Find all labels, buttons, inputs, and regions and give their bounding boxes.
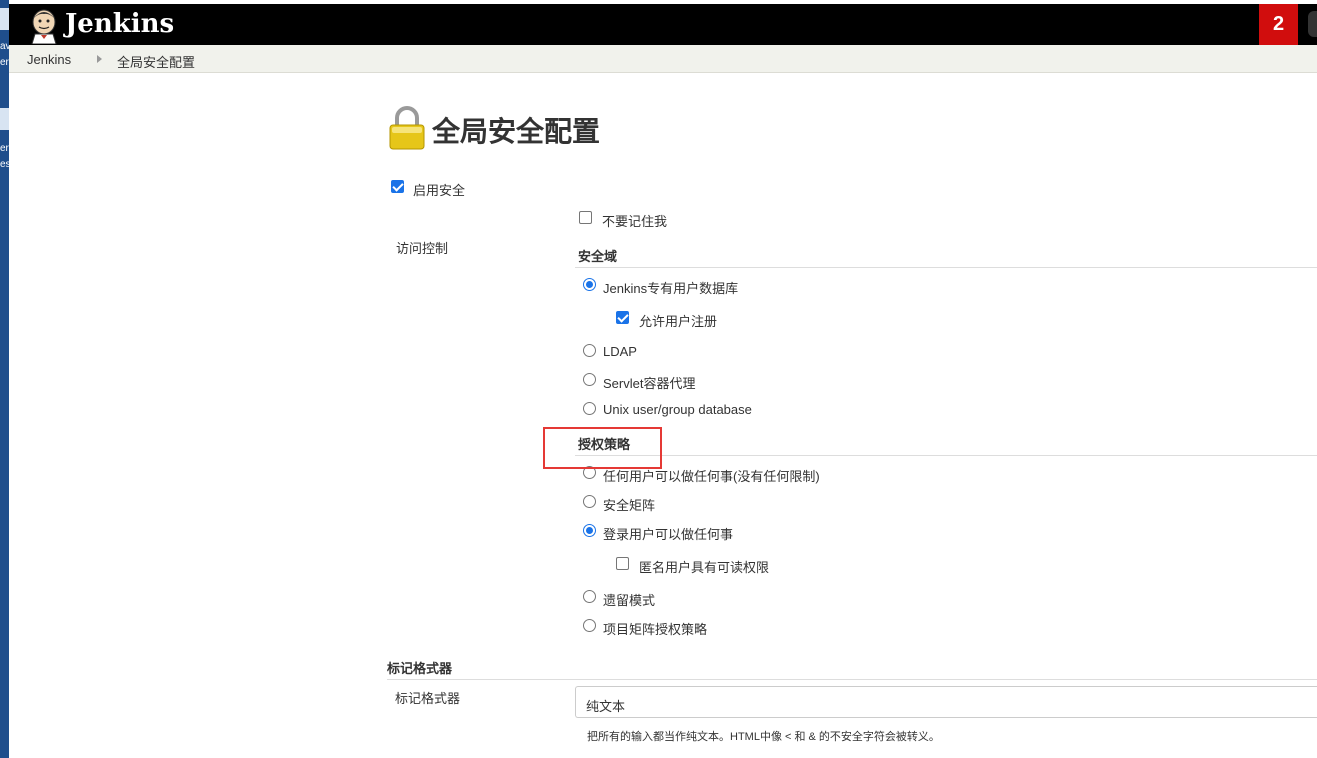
breadcrumb: Jenkins 全局安全配置 bbox=[9, 45, 1317, 73]
auth-logged-in-label: 登录用户可以做任何事 bbox=[603, 527, 734, 542]
desktop-edge: av er er es bbox=[0, 0, 9, 758]
desktop-label: er bbox=[0, 57, 9, 68]
markup-formatter-select[interactable]: 纯文本 bbox=[575, 686, 1317, 718]
desktop-icon bbox=[0, 108, 9, 130]
breadcrumb-item-security[interactable]: 全局安全配置 bbox=[117, 52, 195, 71]
page-title: 全局安全配置 bbox=[432, 116, 601, 147]
desktop-label: er bbox=[0, 143, 9, 154]
allow-signup-label: 允许用户注册 bbox=[639, 314, 718, 329]
chevron-right-icon bbox=[97, 55, 102, 63]
desktop-label: av bbox=[0, 41, 9, 52]
auth-project-matrix-label: 项目矩阵授权策略 bbox=[603, 622, 708, 637]
enable-security-checkbox[interactable] bbox=[391, 180, 404, 193]
desktop-label: es bbox=[0, 159, 9, 170]
auth-legacy-radio[interactable] bbox=[583, 590, 596, 603]
markup-formatter-help: 把所有的输入都当作纯文本。HTML中像 < 和 & 的不安全字符会被转义。 bbox=[587, 731, 940, 743]
allow-signup-checkbox[interactable] bbox=[616, 311, 629, 324]
realm-servlet-radio[interactable] bbox=[583, 373, 596, 386]
divider bbox=[387, 679, 1317, 680]
security-realm-title: 安全域 bbox=[578, 249, 618, 264]
user-icon[interactable] bbox=[1308, 11, 1317, 37]
divider bbox=[575, 455, 1317, 456]
lock-icon bbox=[389, 106, 425, 150]
top-header: Jenkins 2 bbox=[9, 4, 1317, 45]
access-control-label: 访问控制 bbox=[396, 241, 449, 256]
auth-legacy-label: 遗留模式 bbox=[603, 593, 656, 608]
auth-logged-in-radio[interactable] bbox=[583, 524, 596, 537]
highlight-box bbox=[543, 427, 662, 469]
realm-unix-radio[interactable] bbox=[583, 402, 596, 415]
realm-ldap-label: LDAP bbox=[603, 344, 637, 359]
auth-matrix-label: 安全矩阵 bbox=[603, 498, 656, 513]
realm-unix-label: Unix user/group database bbox=[603, 402, 752, 417]
enable-security-label: 启用安全 bbox=[413, 183, 466, 198]
remember-me-checkbox[interactable] bbox=[579, 211, 592, 224]
realm-ldap-radio[interactable] bbox=[583, 344, 596, 357]
brand-name[interactable]: Jenkins bbox=[65, 8, 174, 40]
markup-formatter-section-title: 标记格式器 bbox=[387, 661, 453, 676]
realm-servlet-label: Servlet容器代理 bbox=[603, 376, 696, 391]
markup-formatter-label: 标记格式器 bbox=[395, 691, 461, 706]
notification-badge[interactable]: 2 bbox=[1259, 4, 1298, 45]
anonymous-read-checkbox[interactable] bbox=[616, 557, 629, 570]
jenkins-logo-icon[interactable] bbox=[27, 8, 61, 44]
realm-jenkins-db-label: Jenkins专有用户数据库 bbox=[603, 281, 739, 296]
auth-matrix-radio[interactable] bbox=[583, 495, 596, 508]
remember-me-label: 不要记住我 bbox=[602, 214, 668, 229]
desktop-icon bbox=[0, 8, 9, 30]
anonymous-read-label: 匿名用户具有可读权限 bbox=[639, 560, 770, 575]
realm-jenkins-db-radio[interactable] bbox=[583, 278, 596, 291]
breadcrumb-item-jenkins[interactable]: Jenkins bbox=[27, 52, 71, 67]
divider bbox=[575, 267, 1317, 268]
auth-project-matrix-radio[interactable] bbox=[583, 619, 596, 632]
